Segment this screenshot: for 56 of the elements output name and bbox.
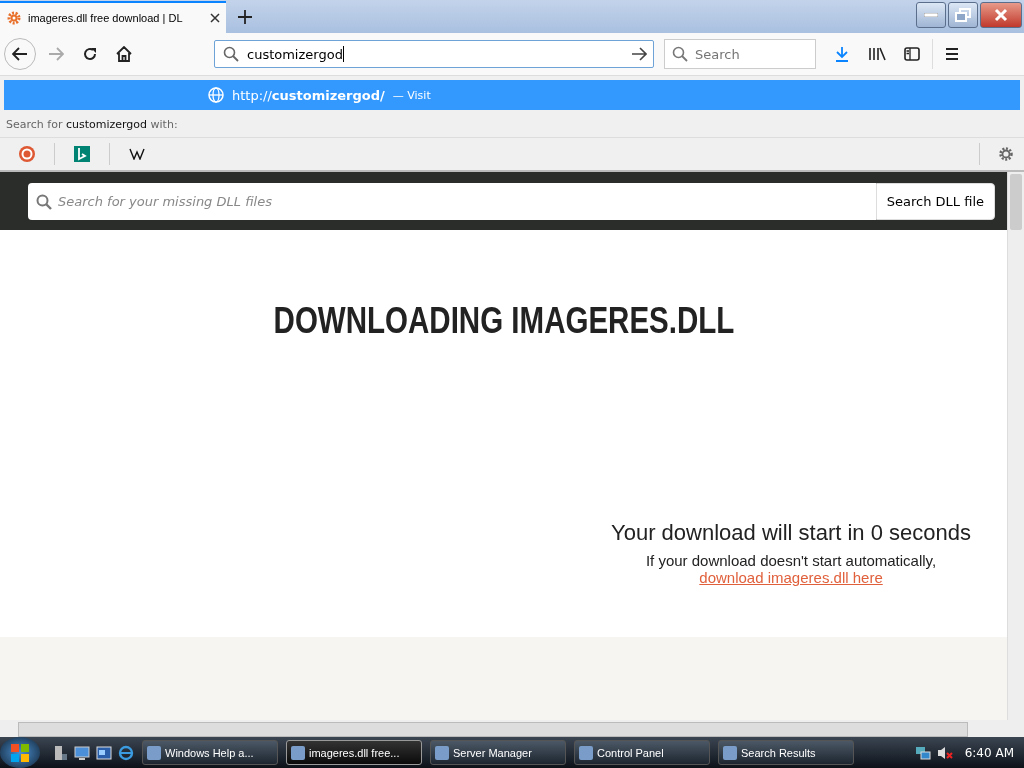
minimize-button[interactable] [916, 2, 946, 28]
taskbar-item[interactable]: Windows Help a... [142, 740, 278, 765]
countdown-text: Your download will start in 0 seconds [611, 520, 971, 546]
home-icon[interactable] [116, 46, 132, 62]
go-arrow-icon[interactable] [631, 47, 647, 61]
close-icon[interactable] [210, 13, 220, 23]
address-field[interactable]: customizergod [214, 40, 654, 68]
taskbar-item[interactable]: Search Results [718, 740, 854, 765]
windows-icon[interactable] [96, 744, 112, 761]
vertical-scrollbar[interactable] [1007, 172, 1024, 720]
search-icon [672, 46, 688, 62]
page-heading: DOWNLOADING IMAGERES.DLL [273, 300, 734, 342]
clock: 6:40 AM [964, 745, 1014, 760]
download-link[interactable]: download imageres.dll here [699, 569, 883, 586]
server-icon[interactable] [52, 744, 68, 761]
taskbar-item[interactable]: Server Manager [430, 740, 566, 765]
start-button[interactable] [0, 737, 40, 768]
network-icon[interactable] [914, 744, 931, 761]
muted-speaker-icon[interactable] [936, 744, 953, 761]
windows-logo-icon [9, 741, 31, 764]
back-arrow-icon [12, 47, 28, 61]
browser-tab[interactable]: imageres.dll free download | DL [0, 1, 226, 33]
restore-icon [955, 8, 971, 22]
sidebar-icon[interactable] [904, 46, 920, 62]
visit-label: — Visit [392, 88, 431, 102]
reload-icon[interactable] [82, 46, 98, 62]
fallback-text: If your download doesn't start automatically, [645, 552, 937, 569]
app-icon [147, 745, 161, 760]
desktop-icon[interactable] [74, 744, 90, 761]
library-icon[interactable] [868, 46, 886, 62]
globe-icon [208, 87, 224, 103]
search-field[interactable]: Search [664, 39, 816, 69]
search-with-label: Search for customizergod with: [0, 110, 1024, 138]
minimize-icon [924, 13, 938, 17]
close-icon [994, 8, 1008, 22]
address-text: customizergod [247, 46, 343, 62]
app-icon [579, 745, 593, 760]
settings-icon[interactable] [998, 146, 1014, 162]
taskbar-item[interactable]: Control Panel [574, 740, 710, 765]
download-icon[interactable] [834, 46, 850, 62]
new-tab-icon[interactable] [238, 9, 252, 24]
gear-icon [6, 10, 22, 26]
taskbar-item[interactable]: imageres.dll free... [286, 740, 422, 765]
app-icon [723, 745, 737, 760]
search-icon [223, 46, 239, 62]
restore-button[interactable] [948, 2, 978, 28]
search-dll-button[interactable]: Search DLL file [875, 183, 995, 220]
dll-search-field[interactable]: Search for your missing DLL files [28, 183, 876, 220]
horizontal-scrollbar[interactable] [0, 720, 1024, 737]
close-button[interactable] [980, 2, 1022, 28]
app-icon [435, 745, 449, 760]
menu-icon[interactable] [945, 47, 959, 61]
suggestion-url: http://customizergod/ [232, 87, 385, 103]
browser-e-icon[interactable] [118, 744, 134, 761]
search-icon [36, 193, 52, 210]
app-icon [291, 745, 305, 760]
